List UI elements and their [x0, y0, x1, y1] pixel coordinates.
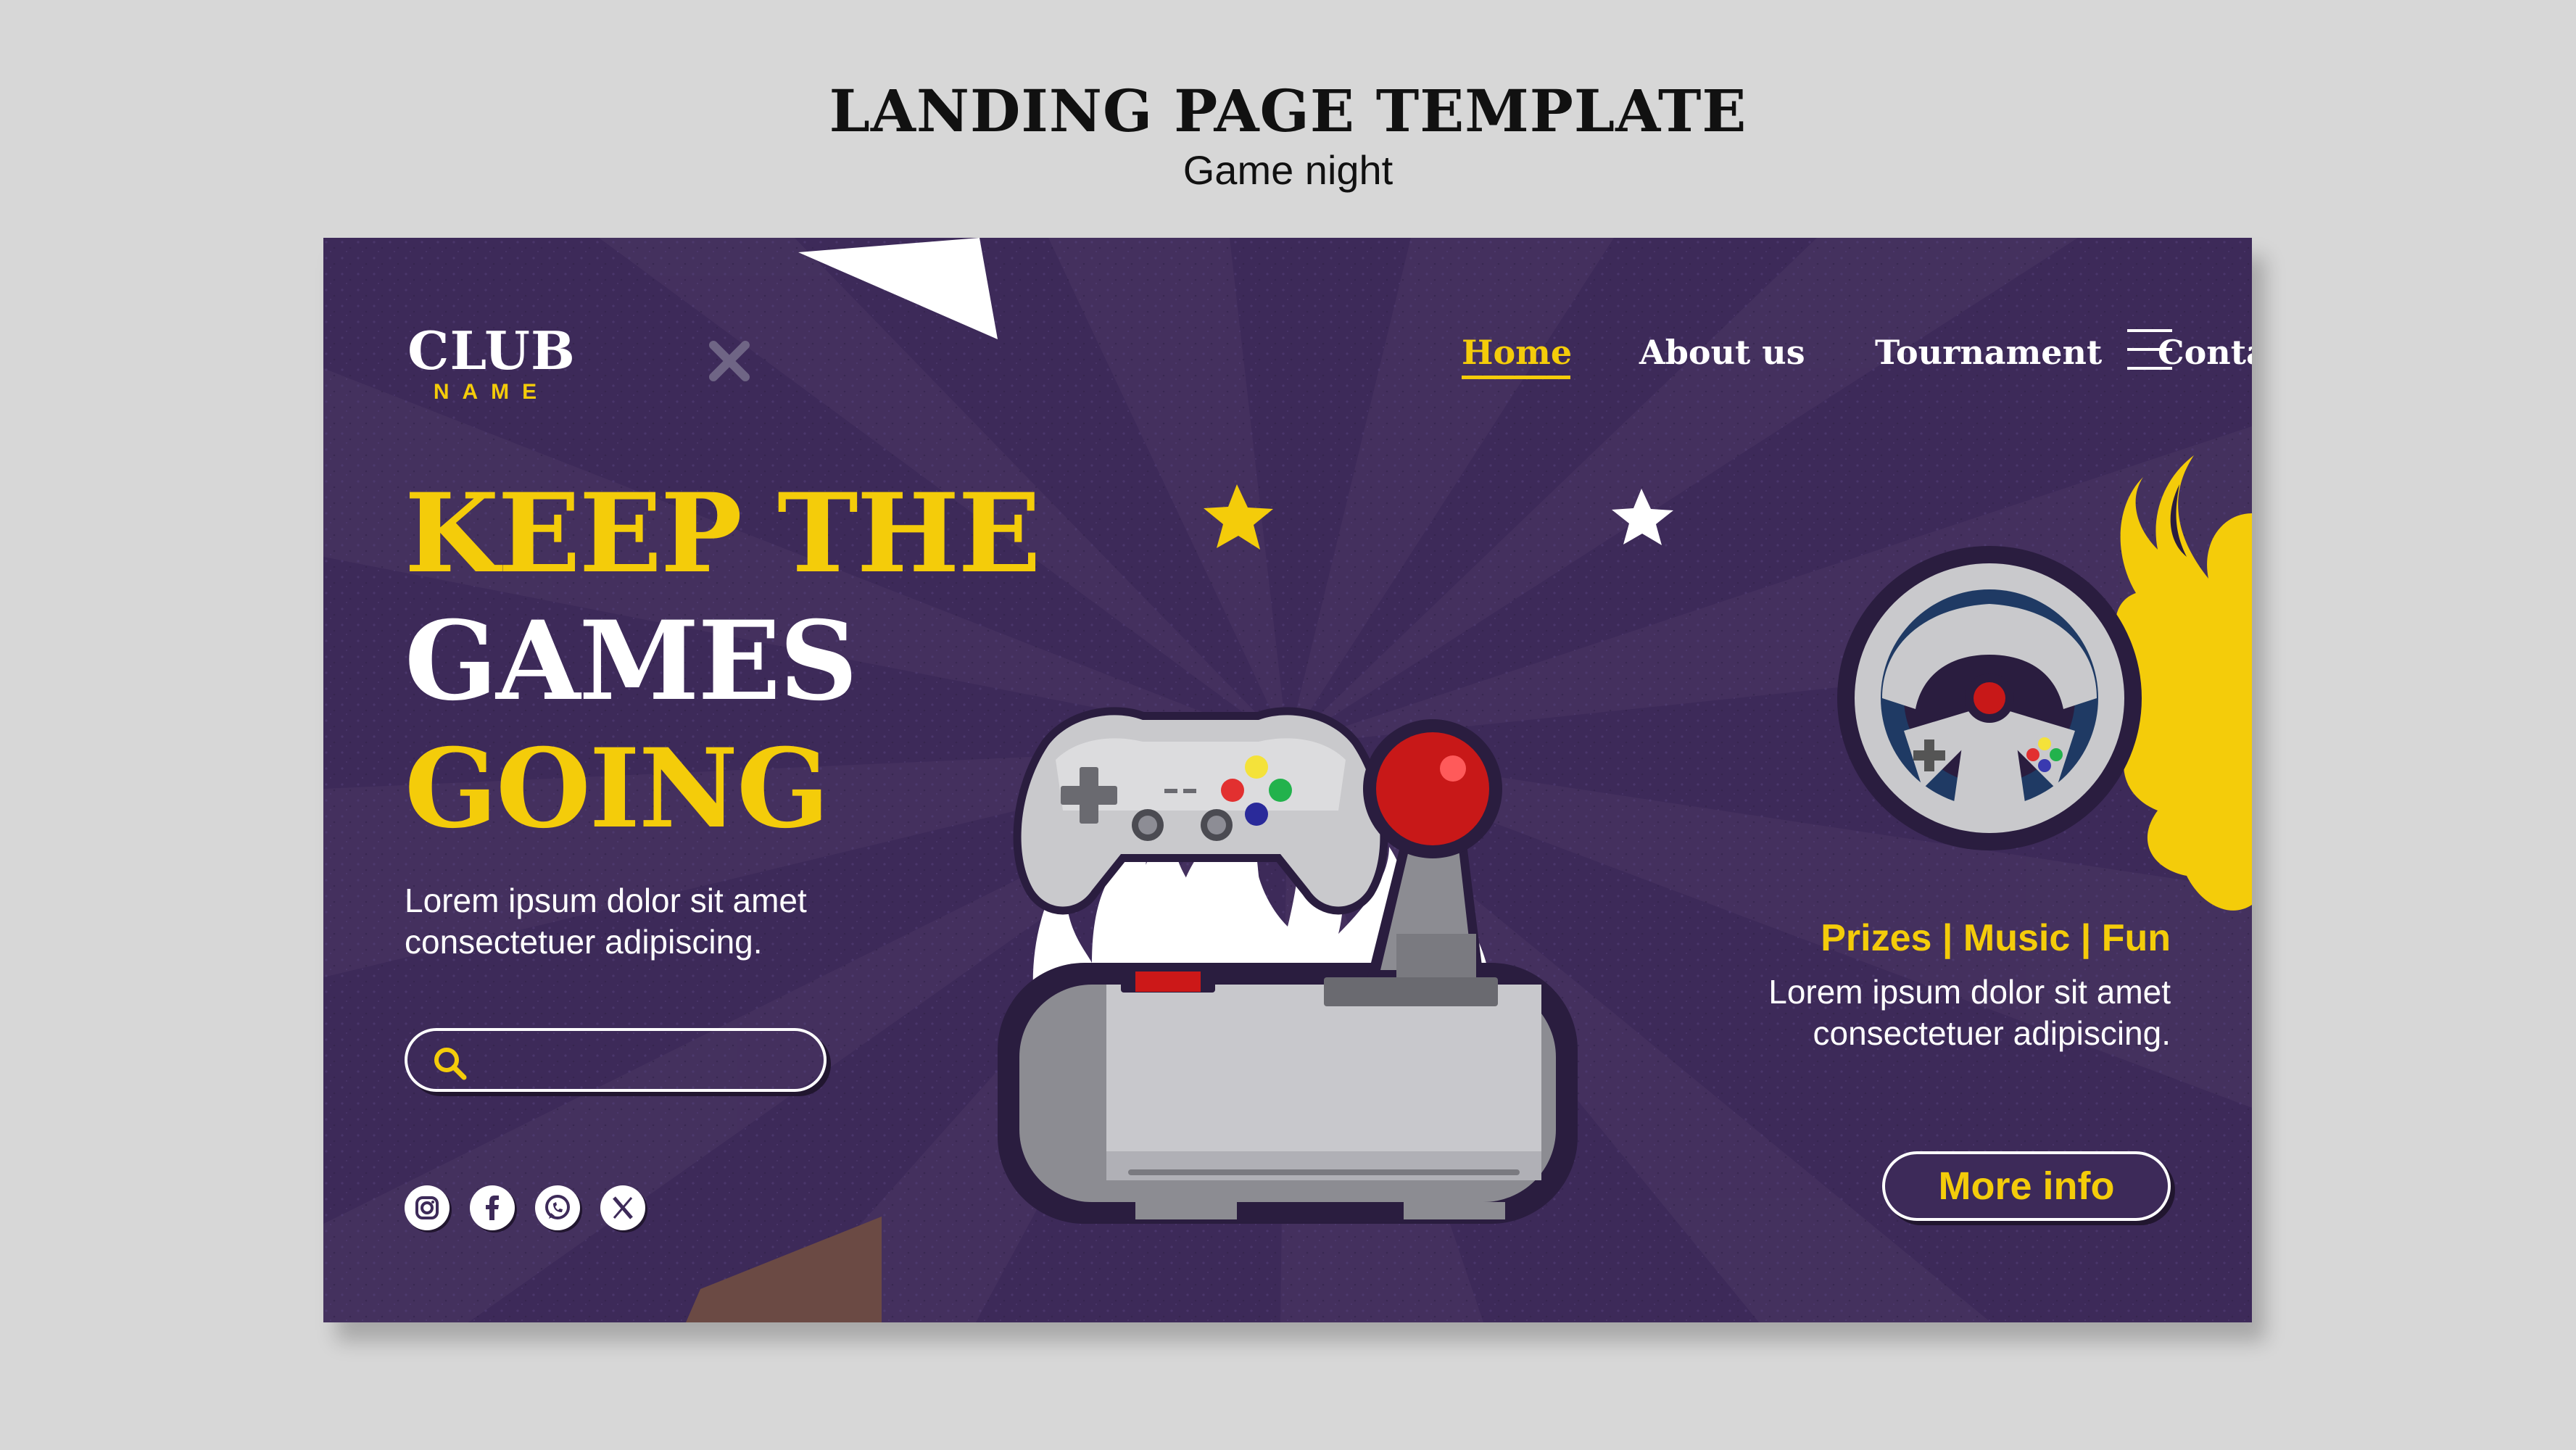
nav-home[interactable]: Home	[1462, 331, 1572, 374]
logo-name-text: NAME	[433, 380, 550, 404]
search-icon	[434, 1048, 467, 1080]
search-bar[interactable]	[405, 1028, 827, 1092]
right-description-line-2: consectetuer adipiscing.	[1813, 1014, 2171, 1052]
whatsapp-icon[interactable]	[535, 1185, 580, 1230]
right-description-line-1: Lorem ipsum dolor sit amet	[1768, 973, 2171, 1011]
hero-headline: KEEP THE GAMES GOING	[405, 470, 1041, 853]
nav-tournament[interactable]: Tournament	[1875, 331, 2102, 374]
right-description: Lorem ipsum dolor sit amet consectetuer …	[1649, 972, 2171, 1054]
nav-active-underline	[1462, 376, 1570, 379]
nav-about-us[interactable]: About us	[1639, 331, 1805, 374]
x-icon[interactable]	[600, 1185, 645, 1230]
page-heading: LANDING PAGE TEMPLATE Game night	[0, 78, 2576, 196]
hero-description: Lorem ipsum dolor sit amet consectetuer …	[405, 880, 927, 963]
landing-page-canvas: CLUB NAME Home About us Tournament Conta…	[323, 238, 2252, 1322]
headline-line-1: KEEP THE	[405, 470, 1041, 597]
hero-description-line-1: Lorem ipsum dolor sit amet	[405, 882, 807, 919]
tagline: Prizes | Music | Fun	[1821, 917, 2171, 959]
logo-club-text: CLUB	[407, 320, 576, 381]
hero-description-line-2: consectetuer adipiscing.	[405, 923, 763, 961]
search-input[interactable]	[487, 1040, 809, 1082]
club-logo[interactable]: CLUB NAME	[405, 325, 579, 405]
facebook-icon[interactable]	[470, 1185, 515, 1230]
hamburger-icon[interactable]	[2127, 329, 2172, 373]
page-subtitle: Game night	[1183, 147, 1393, 193]
headline-line-3: GOING	[405, 725, 829, 853]
page-title: LANDING PAGE TEMPLATE	[829, 77, 1747, 145]
headline-line-2: GAMES	[405, 597, 858, 725]
more-info-button[interactable]: More info	[1882, 1151, 2171, 1221]
instagram-icon[interactable]	[405, 1185, 450, 1230]
